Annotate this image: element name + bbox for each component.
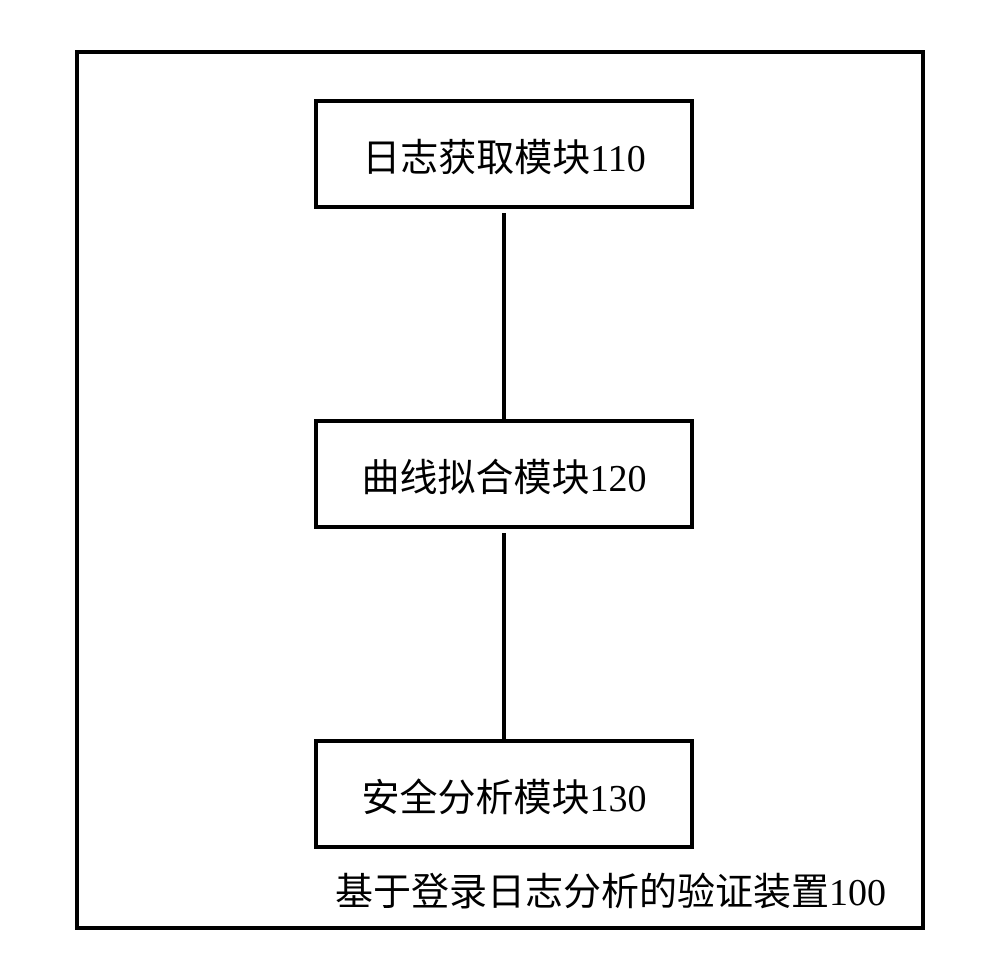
diagram-container: 日志获取模块110 曲线拟合模块120 安全分析模块130 基于登录日志分析的验… — [75, 50, 925, 930]
connector-line — [502, 213, 506, 419]
module-label: 安全分析模块130 — [361, 767, 646, 822]
connector-line — [502, 533, 506, 739]
device-label-text: 基于登录日志分析的验证装置100 — [335, 872, 886, 914]
module-label: 日志获取模块110 — [362, 127, 646, 182]
module-label: 曲线拟合模块120 — [361, 447, 646, 502]
module-curve-fitting: 曲线拟合模块120 — [314, 419, 694, 529]
module-log-acquisition: 日志获取模块110 — [314, 99, 694, 209]
device-title: 基于登录日志分析的验证装置100 — [335, 861, 886, 916]
module-security-analysis: 安全分析模块130 — [314, 739, 694, 849]
